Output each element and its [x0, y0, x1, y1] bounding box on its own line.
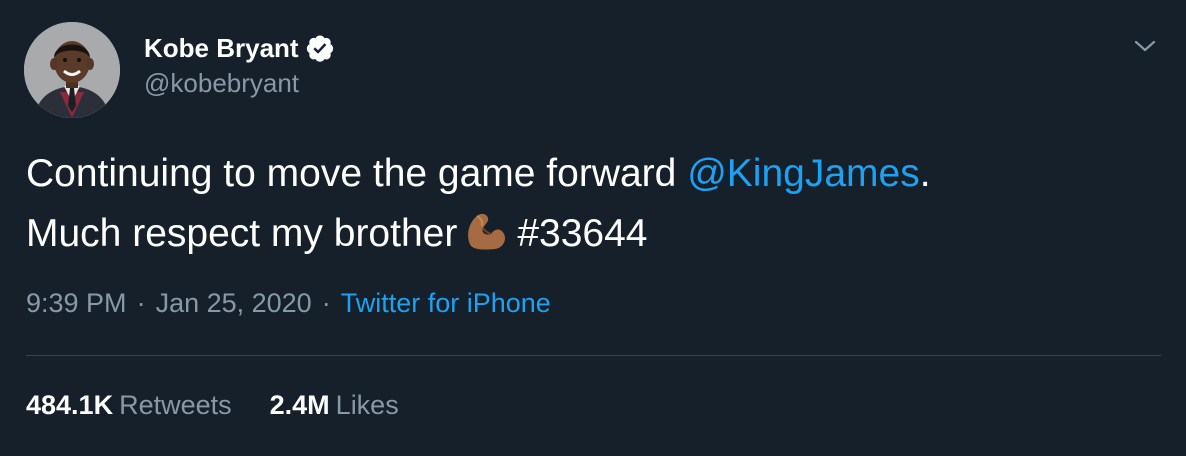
flexed-biceps-icon [461, 206, 509, 254]
retweets-count: 484.1K [26, 390, 114, 420]
chevron-down-icon[interactable] [1130, 34, 1160, 58]
handle[interactable]: @kobebryant [144, 68, 335, 99]
divider [26, 355, 1161, 356]
tweet-meta: 9:39 PM · Jan 25, 2020 · Twitter for iPh… [26, 288, 551, 319]
tweet-text-part: Continuing to move the game forward [26, 152, 688, 195]
verified-badge-icon [305, 33, 335, 63]
meta-separator: · [136, 288, 146, 318]
avatar-image [24, 22, 120, 118]
author-block: Kobe Bryant @kobebryant [144, 30, 335, 99]
tweet-time[interactable]: 9:39 PM [26, 288, 127, 319]
tweet-card: Kobe Bryant @kobebryant Continuing to mo… [0, 0, 1186, 456]
hashtag-link[interactable]: #33644 [517, 212, 647, 255]
retweets-label: Retweets [119, 390, 232, 420]
tweet-line-2: Much respect my brother #33644 [26, 204, 1156, 264]
retweets-stat[interactable]: 484.1K Retweets [26, 390, 232, 421]
avatar[interactable] [24, 22, 120, 118]
tweet-date[interactable]: Jan 25, 2020 [156, 288, 312, 319]
likes-count: 2.4M [269, 390, 330, 420]
display-name[interactable]: Kobe Bryant [144, 33, 299, 64]
mention-link[interactable]: @KingJames [687, 152, 920, 195]
name-row: Kobe Bryant [144, 30, 335, 66]
likes-label: Likes [335, 390, 399, 420]
likes-stat[interactable]: 2.4M Likes [270, 390, 399, 421]
tweet-line-1: Continuing to move the game forward @Kin… [26, 144, 1156, 204]
tweet-text-end: . [919, 152, 931, 195]
tweet-stats: 484.1K Retweets 2.4M Likes [26, 390, 437, 421]
tweet-source-link[interactable]: Twitter for iPhone [341, 288, 551, 319]
meta-separator-2: · [321, 288, 331, 318]
tweet-text-part-2: Much respect my brother [26, 212, 458, 255]
tweet-text: Continuing to move the game forward @Kin… [26, 144, 1156, 264]
